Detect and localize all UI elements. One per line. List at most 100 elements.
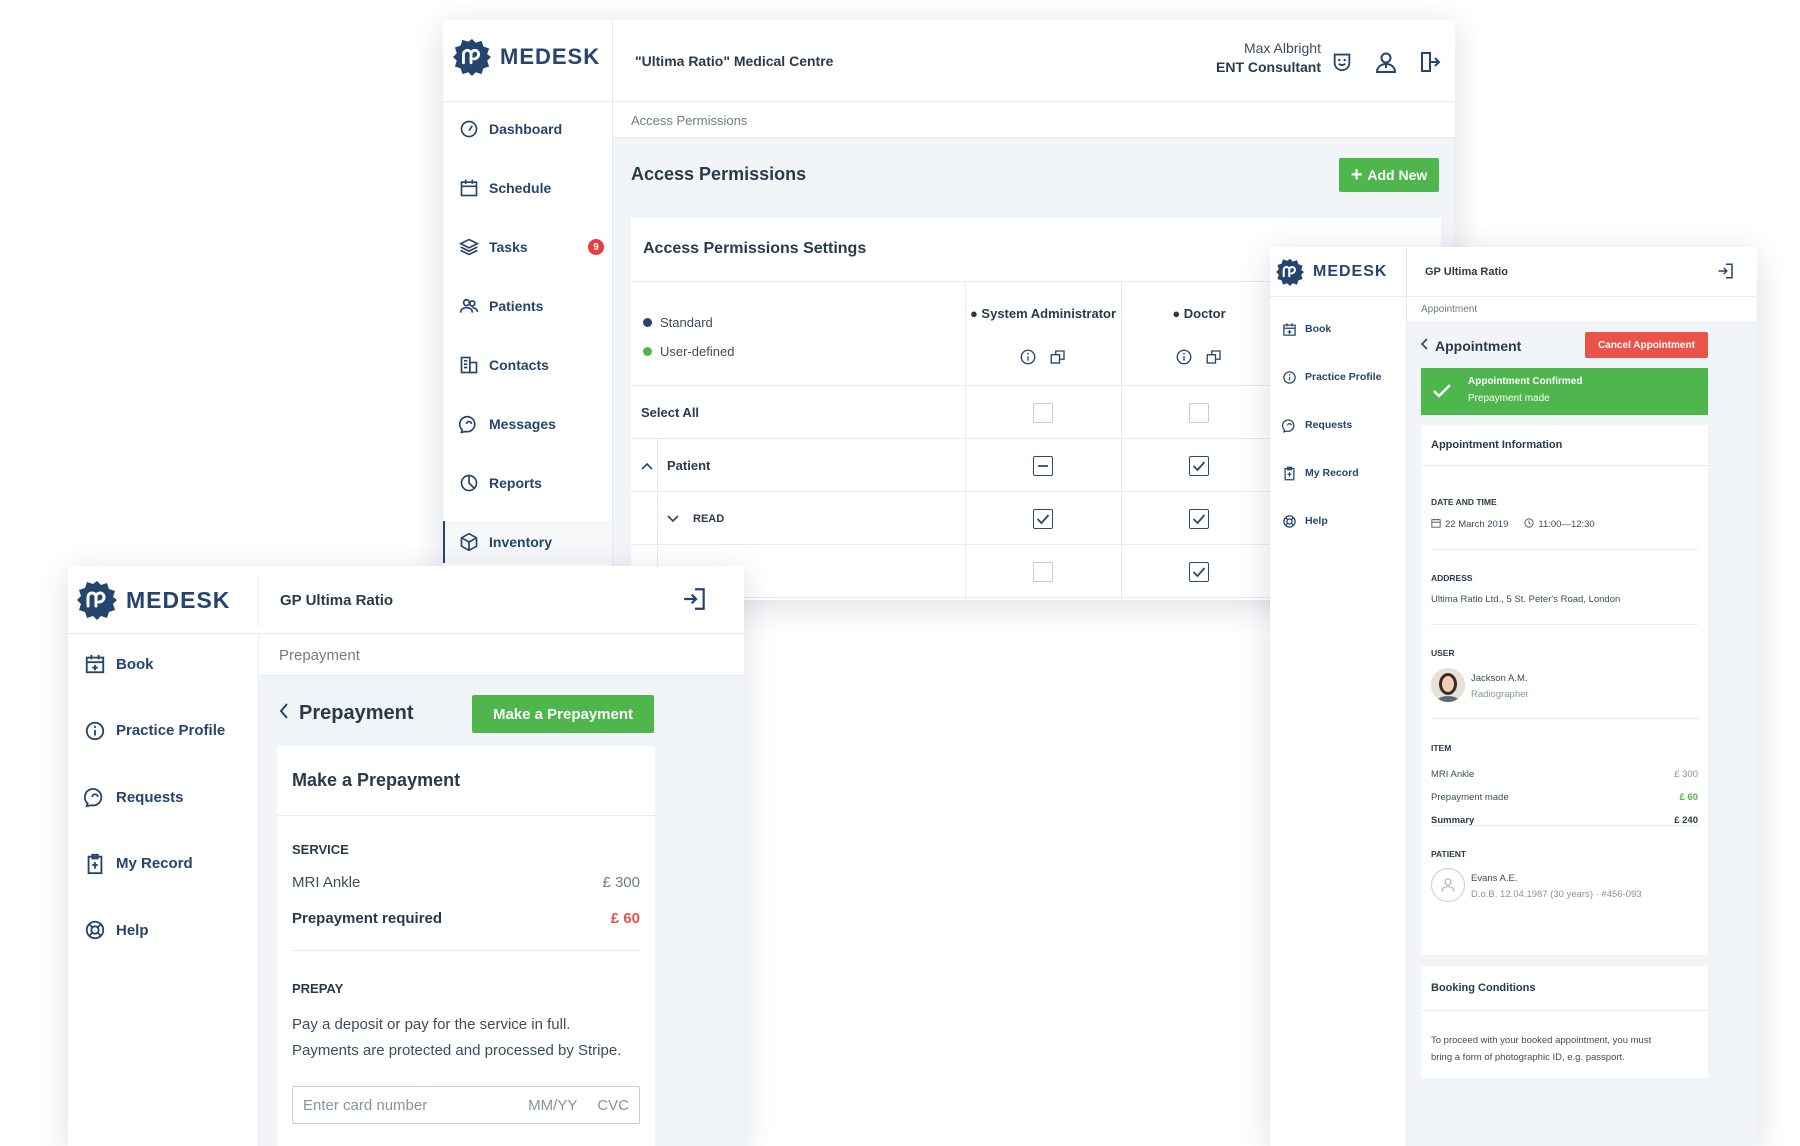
checkbox-unchecked[interactable] bbox=[1189, 402, 1209, 423]
cvc-field[interactable]: CVC bbox=[597, 1097, 629, 1114]
back-title[interactable]: Appointment bbox=[1420, 337, 1521, 355]
admin-permission-cell bbox=[965, 545, 1121, 598]
medesk-logo-icon bbox=[77, 581, 117, 620]
sidebar-item-tasks[interactable]: Tasks 9 bbox=[459, 226, 612, 268]
legend-label: Standard bbox=[660, 315, 713, 330]
sidebar-item-requests[interactable]: Requests bbox=[1282, 411, 1406, 439]
date-time: 22 March 2019 11:00—12:30 bbox=[1431, 518, 1595, 531]
sidebar-item-my-record[interactable]: My Record bbox=[1282, 459, 1406, 487]
main-content: Appointment Appointment Cancel Appointme… bbox=[1407, 297, 1757, 1146]
doctor-permission-cell bbox=[1121, 439, 1277, 492]
prepayment-card: Make a Prepayment SERVICE MRI Ankle £ 30… bbox=[277, 746, 655, 1146]
main-content: Prepayment Prepayment Make a Prepayment … bbox=[259, 634, 744, 1146]
prepay-text-line: Pay a deposit or pay for the service in … bbox=[292, 1016, 571, 1033]
plus-icon: + bbox=[1350, 164, 1363, 186]
sidebar-item-practice-profile[interactable]: Practice Profile bbox=[1282, 363, 1406, 391]
user-label: USER bbox=[1431, 648, 1455, 658]
sidebar-item-schedule[interactable]: Schedule bbox=[459, 167, 612, 209]
layers-icon bbox=[459, 237, 479, 257]
checkbox-unchecked[interactable] bbox=[1033, 561, 1053, 582]
task-count-badge: 9 bbox=[588, 239, 604, 255]
sidebar-item-book[interactable]: Book bbox=[1282, 315, 1406, 343]
checkbox-checked[interactable] bbox=[1189, 561, 1209, 582]
sidebar-item-contacts[interactable]: Contacts bbox=[459, 344, 612, 386]
chat-icon bbox=[1282, 418, 1297, 433]
doctor-icon[interactable] bbox=[1374, 50, 1398, 74]
sidebar-item-help[interactable]: Help bbox=[1282, 507, 1406, 535]
sidebar-item-label: Practice Profile bbox=[116, 722, 226, 739]
medesk-logo[interactable]: MEDESK bbox=[453, 38, 600, 76]
checkbox-unchecked[interactable] bbox=[1033, 402, 1053, 423]
required-row: Prepayment required £ 60 bbox=[292, 910, 640, 927]
chevron-down-icon[interactable] bbox=[667, 514, 679, 523]
sidebar-item-help[interactable]: Help bbox=[84, 910, 258, 950]
lifebuoy-icon bbox=[84, 919, 106, 941]
sidebar-item-book[interactable]: Book bbox=[84, 644, 258, 684]
medesk-logo-icon bbox=[1276, 258, 1304, 286]
row-label-text: READ bbox=[693, 512, 725, 525]
sidebar-item-dashboard[interactable]: Dashboard bbox=[459, 108, 612, 150]
item-row: Summary £ 240 bbox=[1431, 809, 1698, 832]
sidebar-item-my-record[interactable]: My Record bbox=[84, 844, 258, 884]
item-price: £ 300 bbox=[1674, 769, 1698, 780]
legend-item: User-defined bbox=[643, 337, 734, 366]
subgroup-read[interactable]: READ bbox=[667, 492, 724, 545]
column-actions bbox=[965, 348, 1121, 371]
item-name: MRI Ankle bbox=[1431, 769, 1475, 780]
sidebar-item-label: Requests bbox=[116, 788, 184, 806]
sidebar-item-label: Dashboard bbox=[489, 121, 563, 137]
info-icon[interactable] bbox=[1175, 348, 1193, 371]
clipboard-icon bbox=[84, 853, 106, 875]
calendar-icon bbox=[1431, 518, 1441, 531]
back-title[interactable]: Prepayment bbox=[279, 702, 414, 725]
column-header: ● System Administrator bbox=[969, 306, 1117, 321]
chevron-up-icon[interactable] bbox=[641, 462, 653, 470]
sidebar-item-reports[interactable]: Reports bbox=[459, 462, 612, 504]
sidebar-item-messages[interactable]: Messages bbox=[459, 403, 612, 445]
info-title: Appointment Information bbox=[1421, 425, 1708, 466]
user-role: ENT Consultant bbox=[1216, 59, 1321, 75]
sidebar-item-patients[interactable]: Patients bbox=[459, 285, 612, 327]
address-label: ADDRESS bbox=[1431, 573, 1473, 583]
copy-icon[interactable] bbox=[1205, 348, 1223, 371]
brand-name: MEDESK bbox=[1313, 263, 1388, 280]
logout-icon[interactable] bbox=[1418, 50, 1442, 74]
checkbox-checked[interactable] bbox=[1189, 455, 1209, 476]
doctor-permission-cell bbox=[1121, 545, 1277, 598]
settings-title: Access Permissions Settings bbox=[643, 240, 867, 257]
smiley-icon[interactable] bbox=[1331, 50, 1353, 72]
copy-icon[interactable] bbox=[1049, 348, 1067, 371]
expiry-field[interactable]: MM/YY bbox=[528, 1097, 577, 1114]
add-new-label: Add New bbox=[1367, 167, 1428, 183]
logout-icon[interactable] bbox=[682, 586, 708, 612]
sidebar-item-label: Schedule bbox=[489, 180, 552, 196]
clinic-name: GP Ultima Ratio bbox=[280, 592, 394, 609]
clinic-name: "Ultima Ratio" Medical Centre bbox=[635, 53, 834, 69]
make-prepayment-button[interactable]: Make a Prepayment bbox=[472, 695, 654, 733]
info-icon[interactable] bbox=[1019, 348, 1037, 371]
medesk-logo[interactable]: MEDESK bbox=[77, 580, 230, 620]
card-input[interactable]: Enter card number MM/YY CVC bbox=[292, 1086, 640, 1124]
sidebar-item-requests[interactable]: Requests bbox=[84, 777, 258, 817]
sidebar-item-practice-profile[interactable]: Practice Profile bbox=[84, 711, 258, 751]
cancel-appointment-button[interactable]: Cancel Appointment bbox=[1585, 332, 1708, 358]
legend-label: User-defined bbox=[660, 344, 735, 359]
sidebar-item-inventory[interactable]: Inventory bbox=[443, 521, 612, 563]
sidebar-item-label: My Record bbox=[116, 855, 193, 872]
item-row: MRI Ankle £ 300 bbox=[1431, 763, 1698, 786]
checkbox-checked[interactable] bbox=[1033, 508, 1053, 529]
logout-icon[interactable] bbox=[1717, 262, 1735, 280]
service-row: MRI Ankle £ 300 bbox=[292, 874, 640, 891]
checkbox-checked[interactable] bbox=[1189, 508, 1209, 529]
sidebar-item-label: Practice Profile bbox=[1305, 371, 1382, 383]
top-bar: MEDESK GP Ultima Ratio bbox=[1270, 247, 1757, 297]
medesk-logo[interactable]: MEDESK bbox=[1276, 258, 1387, 286]
checkbox-partial[interactable] bbox=[1033, 455, 1053, 476]
group-patient[interactable]: Patient bbox=[641, 439, 710, 492]
booking-text-line: bring a form of photographic ID, e.g. pa… bbox=[1431, 1052, 1625, 1063]
add-new-button[interactable]: + Add New bbox=[1339, 158, 1439, 192]
card-number-field[interactable]: Enter card number bbox=[303, 1097, 528, 1114]
dt-label: DATE AND TIME bbox=[1431, 497, 1497, 507]
address: Ultima Ratio Ltd., 5 St. Peter's Road, L… bbox=[1431, 594, 1621, 605]
legend-item: Standard bbox=[643, 308, 734, 337]
